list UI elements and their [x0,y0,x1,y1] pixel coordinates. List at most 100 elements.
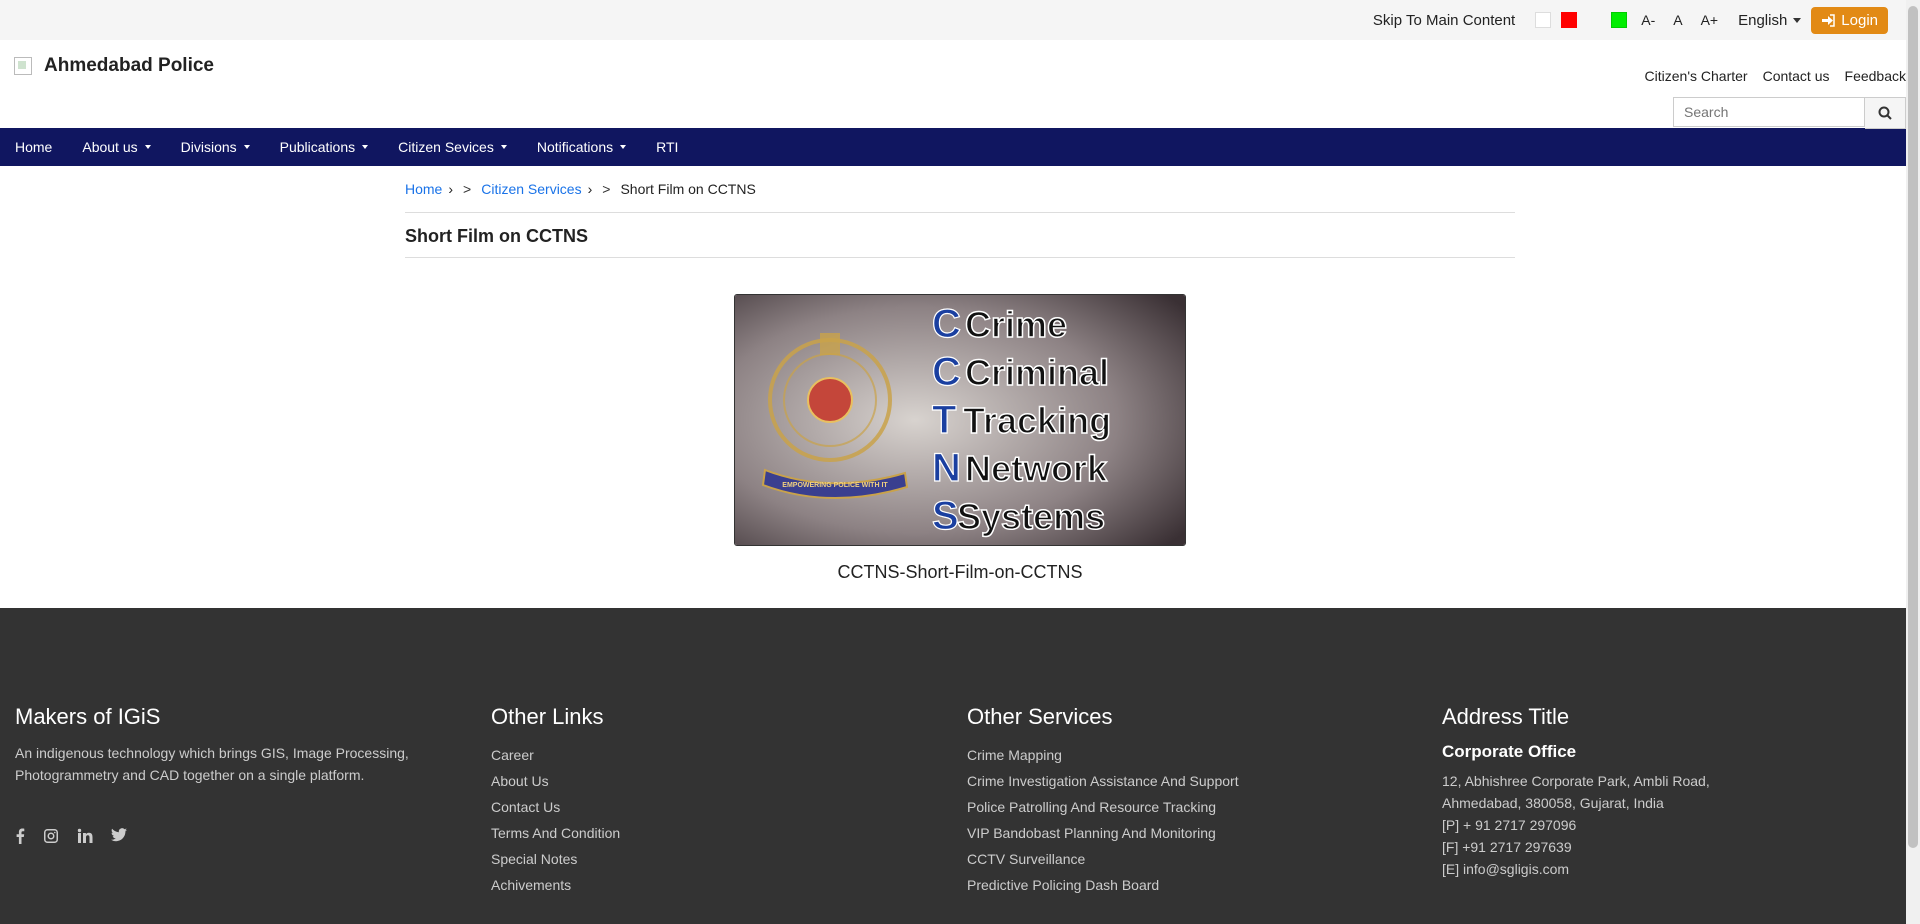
footer-service-police-patrolling[interactable]: Police Patrolling And Resource Tracking [967,794,1387,820]
dropdown-arrow-icon [362,145,369,149]
white-theme-swatch[interactable] [1535,12,1552,28]
nav-publications-label: Publications [279,139,356,155]
site-header: Ahmedabad Police Citizen's Charter Conta… [0,40,1920,129]
nav-notifications-label: Notifications [536,139,614,155]
brand[interactable]: Ahmedabad Police [14,55,214,77]
cctns-letter-n: N [932,446,961,490]
twitter-icon[interactable] [111,828,127,842]
footer-address-column: Address Title Corporate Office 12, Abhis… [1442,704,1862,880]
dropdown-arrow-icon [620,145,627,149]
search-button[interactable] [1865,97,1906,129]
footer-other-services-column: Other Services Crime Mapping Crime Inves… [967,704,1387,898]
footer-other-links-column: Other Links Career About Us Contact Us T… [491,704,911,898]
footer-service-cctv[interactable]: CCTV Surveillance [967,846,1387,872]
page-scrollbar[interactable] [1906,0,1920,924]
video-card: EMPOWERING POLICE WITH IT C C T N S Crim… [405,258,1515,583]
footer-link-about-us[interactable]: About Us [491,768,911,794]
footer-makers-description: An indigenous technology which brings GI… [15,745,409,783]
nav-rti[interactable]: RTI [656,139,678,155]
quick-links: Citizen's Charter Contact us Feedback [1645,68,1906,84]
main-navigation: Home About us Divisions Publications Cit… [0,128,1920,166]
feedback-link[interactable]: Feedback [1845,68,1906,84]
font-normal-button[interactable]: A [1669,12,1686,28]
nav-divisions-label: Divisions [180,139,237,155]
breadcrumb-separator: > [602,181,611,197]
breadcrumb-home-link[interactable]: Home [405,181,442,197]
footer-address-line2: Ahmedabad, 380058, Gujarat, India [1442,795,1664,811]
search-input[interactable] [1673,97,1865,127]
footer-link-special-notes[interactable]: Special Notes [491,846,911,872]
citizens-charter-link[interactable]: Citizen's Charter [1645,68,1748,84]
facebook-icon[interactable] [15,828,25,844]
login-button[interactable]: Login [1811,6,1888,34]
main-content: Home › > Citizen Services › > Short Film… [405,166,1515,583]
video-thumbnail[interactable]: EMPOWERING POLICE WITH IT C C T N S Crim… [734,294,1186,546]
footer-email[interactable]: [E] info@sgligis.com [1442,858,1862,880]
footer-makers-heading: Makers of IGiS [15,704,161,729]
nav-home-label: Home [15,139,53,155]
social-links [15,828,435,844]
page-title: Short Film on CCTNS [405,226,588,246]
cctns-word-tracking: Tracking [963,400,1111,441]
breadcrumb: Home › > Citizen Services › > Short Film… [405,166,1515,200]
sign-in-icon [1822,13,1836,27]
nav-notifications[interactable]: Notifications [536,139,627,155]
footer-fax: [F] +91 2717 297639 [1442,839,1572,855]
footer-phone: [P] + 91 2717 297096 [1442,817,1577,833]
nav-divisions[interactable]: Divisions [181,139,250,155]
emblem-badge-text: EMPOWERING POLICE WITH IT [782,482,888,489]
nav-citizen-services[interactable]: Citizen Sevices [398,139,507,155]
footer-other-services-heading: Other Services [967,704,1113,729]
scrollbar-thumb[interactable] [1908,6,1918,848]
dropdown-arrow-icon [144,145,151,149]
cctns-letter-s: S [932,494,959,538]
breadcrumb-citizen-services-link[interactable]: Citizen Services [481,181,581,197]
search-icon [1878,106,1892,120]
language-dropdown[interactable]: English [1738,11,1802,29]
site-title: Ahmedabad Police [44,55,214,76]
contact-us-link[interactable]: Contact us [1763,68,1830,84]
language-label: English [1738,11,1788,29]
login-label: Login [1841,11,1878,29]
chevron-down-icon [1793,17,1802,23]
footer-service-predictive-policing[interactable]: Predictive Policing Dash Board [967,872,1387,898]
footer-corporate-office: Corporate Office [1442,742,1577,761]
red-theme-swatch[interactable] [1561,12,1578,28]
dropdown-arrow-icon [500,145,507,149]
footer-service-vip-bandobast[interactable]: VIP Bandobast Planning And Monitoring [967,820,1387,846]
skip-to-main-link[interactable]: Skip To Main Content [1373,12,1515,29]
footer-link-terms[interactable]: Terms And Condition [491,820,911,846]
font-increase-button[interactable]: A+ [1697,12,1723,28]
site-footer: Makers of IGiS An indigenous technology … [0,608,1920,924]
instagram-icon[interactable] [43,828,59,844]
cctns-letter-t: T [932,398,956,442]
footer-link-contact-us[interactable]: Contact Us [491,794,911,820]
footer-address-heading: Address Title [1442,704,1570,729]
footer-service-crime-mapping[interactable]: Crime Mapping [967,742,1387,768]
dropdown-arrow-icon [243,145,250,149]
nav-publications[interactable]: Publications [280,139,369,155]
nav-rti-label: RTI [656,139,679,155]
top-utility-bar: Skip To Main Content A- A A+ English Log… [0,0,1920,40]
nav-about-us[interactable]: About us [82,139,151,155]
cctns-word-systems: Systems [957,496,1105,537]
logo-image [14,57,32,75]
green-theme-swatch[interactable] [1611,12,1628,28]
linkedin-icon[interactable] [77,828,93,844]
nav-citizen-services-label: Citizen Sevices [398,139,494,155]
breadcrumb-current: Short Film on CCTNS [620,181,756,197]
breadcrumb-chevron: › [448,181,454,197]
nav-home[interactable]: Home [15,139,52,155]
footer-link-career[interactable]: Career [491,742,911,768]
cctns-word-network: Network [965,448,1108,489]
footer-service-crime-investigation[interactable]: Crime Investigation Assistance And Suppo… [967,768,1387,794]
cctns-letter-c1: C [932,302,961,346]
search-box [1673,97,1906,129]
video-caption[interactable]: CCTNS-Short-Film-on-CCTNS [405,562,1515,583]
nav-about-us-label: About us [82,139,138,155]
font-decrease-button[interactable]: A- [1637,12,1659,28]
breadcrumb-separator: > [463,181,472,197]
footer-link-achievements[interactable]: Achivements [491,872,911,898]
cctns-word-criminal: Criminal [965,352,1109,393]
breadcrumb-chevron: › [587,181,593,197]
